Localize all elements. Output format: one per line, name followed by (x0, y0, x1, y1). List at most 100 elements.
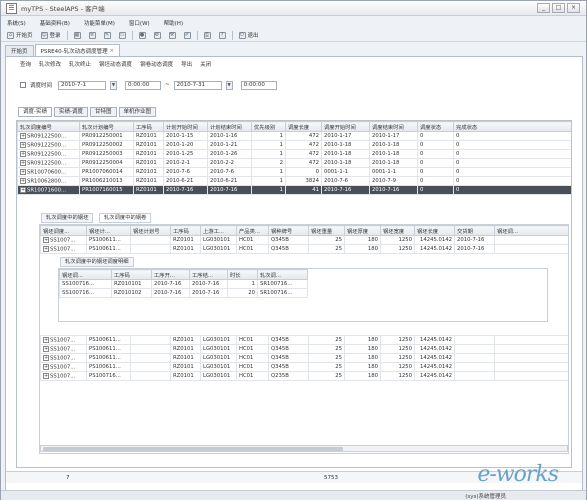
tool-button-9[interactable]: ⎙ (202, 30, 213, 40)
table-row[interactable]: + SR10070600... PR1007060014 RZ0101 2010-7-6… (17, 167, 571, 177)
coil-schedule-action[interactable]: 钢卷动态调度 (140, 60, 173, 68)
close-button[interactable]: × (567, 3, 580, 13)
slab-tab-label[interactable]: 轧次调度中的钢坯 (41, 213, 94, 223)
tool-button-2[interactable]: ≡ (87, 30, 98, 40)
menu-system[interactable]: 系统(S) (7, 19, 26, 27)
column-header[interactable]: 钢坯调... (494, 225, 568, 236)
column-header[interactable]: 轧次计划编号 (79, 121, 134, 132)
column-header[interactable]: 时长 (227, 269, 258, 280)
tool-button-8[interactable]: ✐ (182, 30, 193, 40)
minimize-button[interactable]: _ (537, 3, 550, 13)
column-header[interactable]: 钢坯长度 (414, 225, 455, 236)
expand-icon[interactable]: + (43, 336, 49, 343)
column-header[interactable]: 钢坯调度... (40, 225, 87, 236)
slab-schedule-action[interactable]: 钢坯动态调度 (99, 60, 132, 68)
expand-icon[interactable]: + (20, 177, 26, 184)
tab-schedule-management[interactable]: PSRE40-轧次动态调度管理 × (34, 44, 120, 56)
table-row[interactable]: + SS1007... PS100611... RZ0101 LG030101 HC01 Q… (40, 353, 568, 363)
column-header[interactable]: 工序码 (170, 225, 201, 236)
tool-button-7[interactable]: ⚒ (167, 30, 178, 40)
tool-button-10[interactable]: ? (217, 30, 228, 40)
query-action[interactable]: 查询 (20, 60, 31, 68)
menu-basic-data[interactable]: 基础资料(B) (40, 19, 70, 27)
table-row[interactable]: SS100716... RZ010101 2010-7-16 2010-7-16 1 SR… (59, 279, 548, 289)
time-to-input[interactable]: 0:00:00 (240, 80, 277, 90)
column-header[interactable]: 钢坯宽度 (380, 225, 415, 236)
column-header[interactable]: 产品类... (236, 225, 269, 236)
date-from-dropdown[interactable]: ▼ (110, 80, 118, 90)
tab-actual-schedule[interactable]: 实绩-调度 (54, 107, 88, 117)
tab-machine-chart[interactable]: 单机作业图 (118, 107, 157, 117)
expand-icon[interactable]: + (20, 150, 26, 157)
column-header[interactable]: 钢坯厚度 (344, 225, 381, 236)
table-row[interactable]: + SR09122500... PR0912250001 RZ0101 2010-1-1… (17, 131, 571, 141)
date-to-input[interactable]: 2010-7-31 (173, 80, 222, 90)
close-action[interactable]: 关闭 (200, 60, 211, 68)
expand-icon[interactable]: + (20, 132, 26, 139)
time-from-input[interactable]: 0:00:00 (125, 80, 162, 90)
logout-button[interactable]: ⏻ 退出 (237, 30, 261, 40)
export-action[interactable]: 导出 (181, 60, 192, 68)
column-header[interactable]: 钢坯调... (59, 269, 112, 280)
maximize-button[interactable]: □ (552, 3, 565, 13)
home-button[interactable]: ⌂ 开始页 (5, 30, 35, 40)
column-header[interactable]: 调度长度 (285, 121, 322, 132)
column-header[interactable]: 钢坯计划号 (130, 225, 171, 236)
table-row[interactable]: + SR09122500... PR0912250003 RZ0101 2010-1-2… (17, 149, 571, 159)
table-row[interactable]: + SS1007... PS100611... RZ0101 LG030101 HC01 Q… (40, 244, 568, 254)
login-button[interactable]: ☺ 登录 (39, 30, 63, 40)
detail-tab-label[interactable]: 轧次调度中的钢坯调度明细 (60, 257, 134, 267)
tab-close-icon[interactable]: × (110, 48, 114, 54)
column-header[interactable]: 计划结束时间 (207, 121, 252, 132)
tab-gantt[interactable]: 甘特图 (90, 107, 117, 117)
column-header[interactable]: 工序码 (111, 269, 152, 280)
expand-icon[interactable]: + (43, 354, 49, 361)
column-header[interactable]: 工序码 (133, 121, 164, 132)
expand-icon[interactable]: + (43, 363, 49, 370)
column-header[interactable]: 钢坯重量 (308, 225, 345, 236)
column-header[interactable]: 交货期 (454, 225, 495, 236)
table-row[interactable]: SS100716... RZ010102 2010-7-16 2010-7-16 20 S… (59, 288, 548, 298)
menu-help[interactable]: 帮助(H) (164, 19, 183, 27)
table-row[interactable]: + SS1007... PS100716... RZ0101 LG030101 HC01 Q… (40, 371, 568, 381)
column-header[interactable]: 工序结... (189, 269, 228, 280)
coil-tab-label[interactable]: 轧次调度中的钢卷 (99, 213, 152, 223)
column-header[interactable]: 调度状态 (417, 121, 454, 132)
menu-window[interactable]: 窗口(W) (129, 19, 150, 27)
slab-horizontal-scrollbar[interactable] (40, 445, 568, 452)
column-header[interactable]: 优先级别 (251, 121, 286, 132)
tool-button-5[interactable]: ● (137, 30, 148, 40)
table-row[interactable]: + SS1007... PS100611... RZ0101 LG030101 HC01 Q… (40, 344, 568, 354)
expand-icon[interactable]: + (20, 168, 26, 175)
column-header[interactable]: 完成状态 (453, 121, 571, 132)
column-header[interactable]: 上游工... (200, 225, 237, 236)
time-filter-checkbox[interactable] (20, 82, 26, 88)
expand-icon[interactable]: + (20, 141, 26, 148)
column-header[interactable]: 调度开始时间 (321, 121, 370, 132)
modify-action[interactable]: 轧次修改 (39, 60, 61, 68)
table-row[interactable]: + SR09122500... PR0912250004 RZ0101 2010-2-1… (17, 158, 571, 168)
table-row[interactable]: + SS1007... PS100611... RZ0101 LG030101 HC01 Q… (40, 362, 568, 372)
expand-icon[interactable]: + (20, 159, 26, 166)
tab-schedule-actual[interactable]: 调度-实绩 (18, 107, 52, 117)
column-header[interactable]: 工序开... (151, 269, 190, 280)
column-header[interactable]: 轧次调... (257, 269, 308, 280)
menu-functions[interactable]: 功能菜单(M) (84, 19, 115, 27)
column-header[interactable]: 调度结束时间 (369, 121, 418, 132)
table-row[interactable]: + SR10071600... PR1007160015 RZ0101 2010-7-1… (17, 185, 571, 195)
tool-button-6[interactable]: ⚙ (152, 30, 163, 40)
tool-button-1[interactable]: ▦ (72, 30, 83, 40)
expand-icon[interactable]: + (43, 372, 49, 379)
expand-icon[interactable]: + (20, 186, 26, 193)
expand-icon[interactable]: + (43, 236, 49, 243)
expand-icon[interactable]: + (43, 345, 49, 352)
table-row[interactable]: + SR09122500... PR0912250002 RZ0101 2010-1-2… (17, 140, 571, 150)
tool-button-4[interactable]: ▭ (117, 30, 128, 40)
expand-icon[interactable]: + (43, 245, 49, 252)
date-from-input[interactable]: 2010-7-1 (58, 80, 107, 90)
column-header[interactable]: 轧次调度编号 (17, 121, 80, 132)
column-header[interactable]: 钢坯计... (86, 225, 131, 236)
date-to-dropdown[interactable]: ▼ (225, 80, 233, 90)
tool-button-3[interactable]: ✎ (102, 30, 113, 40)
table-row[interactable]: + SS1007... PS100611... RZ0101 LG030101 HC01 Q… (40, 335, 568, 345)
